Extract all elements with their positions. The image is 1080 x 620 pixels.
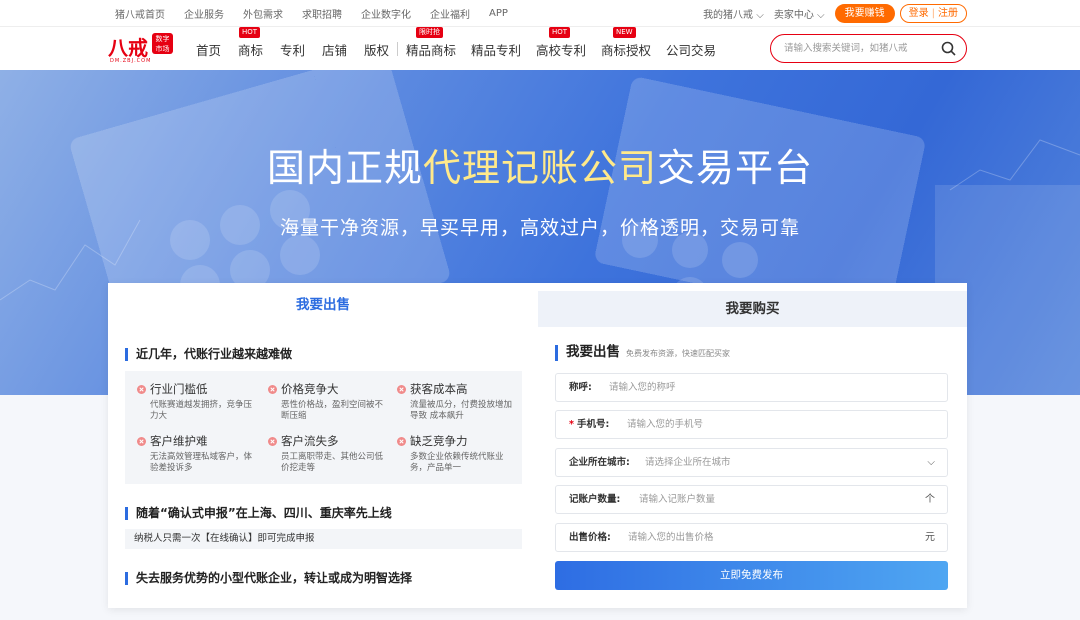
section-title-industry-difficulty: 近几年，代账行业越来越难做 [125, 348, 292, 361]
logo-brand-text: 八戒 [108, 36, 148, 60]
accounts-unit: 个 [925, 494, 935, 505]
form-subtitle: 免费发布资源，快速匹配买家 [626, 349, 730, 358]
pain-point-item: 价格竞争大 恶性价格战，盈利空间被不断压缩 [268, 381, 388, 422]
top-link-app[interactable]: APP [489, 8, 508, 19]
x-circle-icon [397, 436, 406, 446]
hero-title-post: 交易平台 [657, 146, 814, 190]
top-bar: 猪八戒首页 企业服务 外包需求 求职招聘 企业数字化 企业福利 APP 我的猪八… [0, 0, 1080, 27]
top-link-home[interactable]: 猪八戒首页 [115, 6, 165, 21]
price-input[interactable] [628, 530, 908, 545]
logo[interactable]: 八戒 数字 市场 DM.ZBJ.COM [108, 31, 174, 65]
name-label: 称呼: [569, 382, 592, 393]
nav-item-premium-patent[interactable]: 精品专利 [471, 40, 521, 59]
hero-title: 国内正规代理记账公司交易平台 [0, 137, 1080, 192]
search-box [770, 34, 967, 63]
hot-badge: HOT [549, 27, 571, 38]
city-select-placeholder: 请选择企业所在城市 [645, 457, 731, 468]
seller-center-label: 卖家中心 [773, 10, 814, 21]
price-unit: 元 [925, 532, 935, 543]
top-links: 猪八戒首页 企业服务 外包需求 求职招聘 企业数字化 企业福利 APP [115, 0, 527, 27]
city-select[interactable]: 企业所在城市: 请选择企业所在城市 ⌵ [555, 448, 948, 477]
nav-divider [397, 42, 398, 56]
top-link-digitalization[interactable]: 企业数字化 [361, 6, 411, 21]
new-badge: NEW [613, 27, 636, 38]
filing-notice: 纳税人只需一次【在线确认】即可完成申报 [125, 529, 522, 549]
price-field: 出售价格: 元 [555, 523, 948, 552]
logo-seal: 数字 市场 [152, 33, 173, 54]
pain-point-item: 客户维护难 无法高效管理私域客户，体验差投诉多 [137, 433, 257, 474]
section-title-confirm-filing: 随着“确认式申报”在上海、四川、重庆率先上线 [125, 507, 392, 520]
hot-badge: HOT [239, 27, 261, 38]
accounts-input[interactable] [639, 492, 909, 507]
top-link-recruitment[interactable]: 求职招聘 [302, 6, 342, 21]
tab-buy[interactable]: 我要购买 [538, 291, 967, 327]
my-zbj-menu[interactable]: 我的猪八戒 ⌵ [703, 6, 764, 21]
register-link[interactable]: 注册 [938, 8, 958, 19]
name-field: 称呼: [555, 373, 948, 402]
limited-time-badge: 限时抢 [416, 27, 443, 38]
top-link-outsourcing[interactable]: 外包需求 [243, 6, 283, 21]
nav-item-copyright[interactable]: 版权 [364, 40, 389, 59]
earn-money-button[interactable]: 我要赚钱 [834, 4, 895, 23]
x-circle-icon [268, 436, 277, 446]
form-title: 我要出售 免费发布资源，快速匹配买家 [555, 345, 730, 361]
top-link-enterprise-service[interactable]: 企业服务 [184, 6, 224, 21]
nav-item-premium-trademark[interactable]: 精品商标 [406, 40, 456, 59]
nav-item-trademark[interactable]: 商标 [238, 40, 263, 59]
chevron-down-icon: ⌵ [927, 457, 935, 468]
nav-item-shop[interactable]: 店铺 [322, 40, 347, 59]
phone-label: * 手机号: [569, 419, 610, 430]
x-circle-icon [268, 384, 277, 394]
login-link[interactable]: 登录 [909, 8, 929, 19]
hero-title-pre: 国内正规 [266, 146, 423, 190]
x-circle-icon [137, 436, 146, 446]
x-circle-icon [137, 384, 146, 394]
nav-item-home[interactable]: 首页 [196, 40, 221, 59]
publish-free-button[interactable]: 立即免费发布 [555, 561, 948, 590]
main-nav: 八戒 数字 市场 DM.ZBJ.COM 首页 商标 HOT 专利 店铺 版权 精品… [0, 27, 1080, 70]
hero-subtitle: 海量干净资源，早买早用，高效过户，价格透明，交易可靠 [279, 217, 800, 239]
login-register: 登录 | 注册 [899, 4, 967, 23]
nav-item-company-trade[interactable]: 公司交易 [666, 40, 716, 59]
tab-sell[interactable]: 我要出售 [108, 283, 538, 327]
city-label: 企业所在城市: [569, 457, 630, 468]
accounts-field: 记账户数量: 个 [555, 485, 948, 514]
price-label: 出售价格: [569, 532, 611, 543]
pain-point-item: 缺乏竞争力 多数企业依赖传统代账业务，产品单一 [397, 433, 517, 474]
pain-point-item: 客户流失多 员工离职带走、其他公司低价挖走等 [268, 433, 388, 474]
pain-points-grid: 行业门槛低 代账赛道越发拥挤，竞争压力大 价格竞争大 恶性价格战，盈利空间被不断… [125, 371, 522, 484]
name-input[interactable] [609, 380, 929, 395]
chevron-down-icon: ⌵ [756, 10, 764, 21]
accounts-label: 记账户数量: [569, 494, 621, 505]
logo-domain: DM.ZBJ.COM [110, 58, 152, 64]
pain-point-item: 获客成本高 流量被瓜分，付费投放增加导致 成本飙升 [397, 381, 517, 422]
search-input[interactable] [784, 41, 929, 56]
nav-item-trademark-license[interactable]: 商标授权 [601, 40, 651, 59]
phone-field: * 手机号: [555, 410, 948, 439]
section-title-transfer: 失去服务优势的小型代账企业，转让或成为明智选择 [125, 572, 412, 585]
hero-title-highlight: 代理记账公司 [422, 146, 657, 190]
my-zbj-label: 我的猪八戒 [703, 10, 754, 21]
nav-item-university-patent[interactable]: 高校专利 [536, 40, 586, 59]
top-right: 我的猪八戒 ⌵ 卖家中心 ⌵ 我要赚钱 登录 | 注册 [693, 0, 967, 27]
pain-point-item: 行业门槛低 代账赛道越发拥挤，竞争压力大 [137, 381, 257, 422]
nav-item-patent[interactable]: 专利 [280, 40, 305, 59]
x-circle-icon [397, 384, 406, 394]
seller-center-menu[interactable]: 卖家中心 ⌵ [774, 6, 825, 21]
chevron-down-icon: ⌵ [817, 10, 825, 21]
top-link-benefits[interactable]: 企业福利 [430, 6, 470, 21]
phone-input[interactable] [627, 417, 927, 432]
search-icon[interactable] [941, 41, 956, 56]
